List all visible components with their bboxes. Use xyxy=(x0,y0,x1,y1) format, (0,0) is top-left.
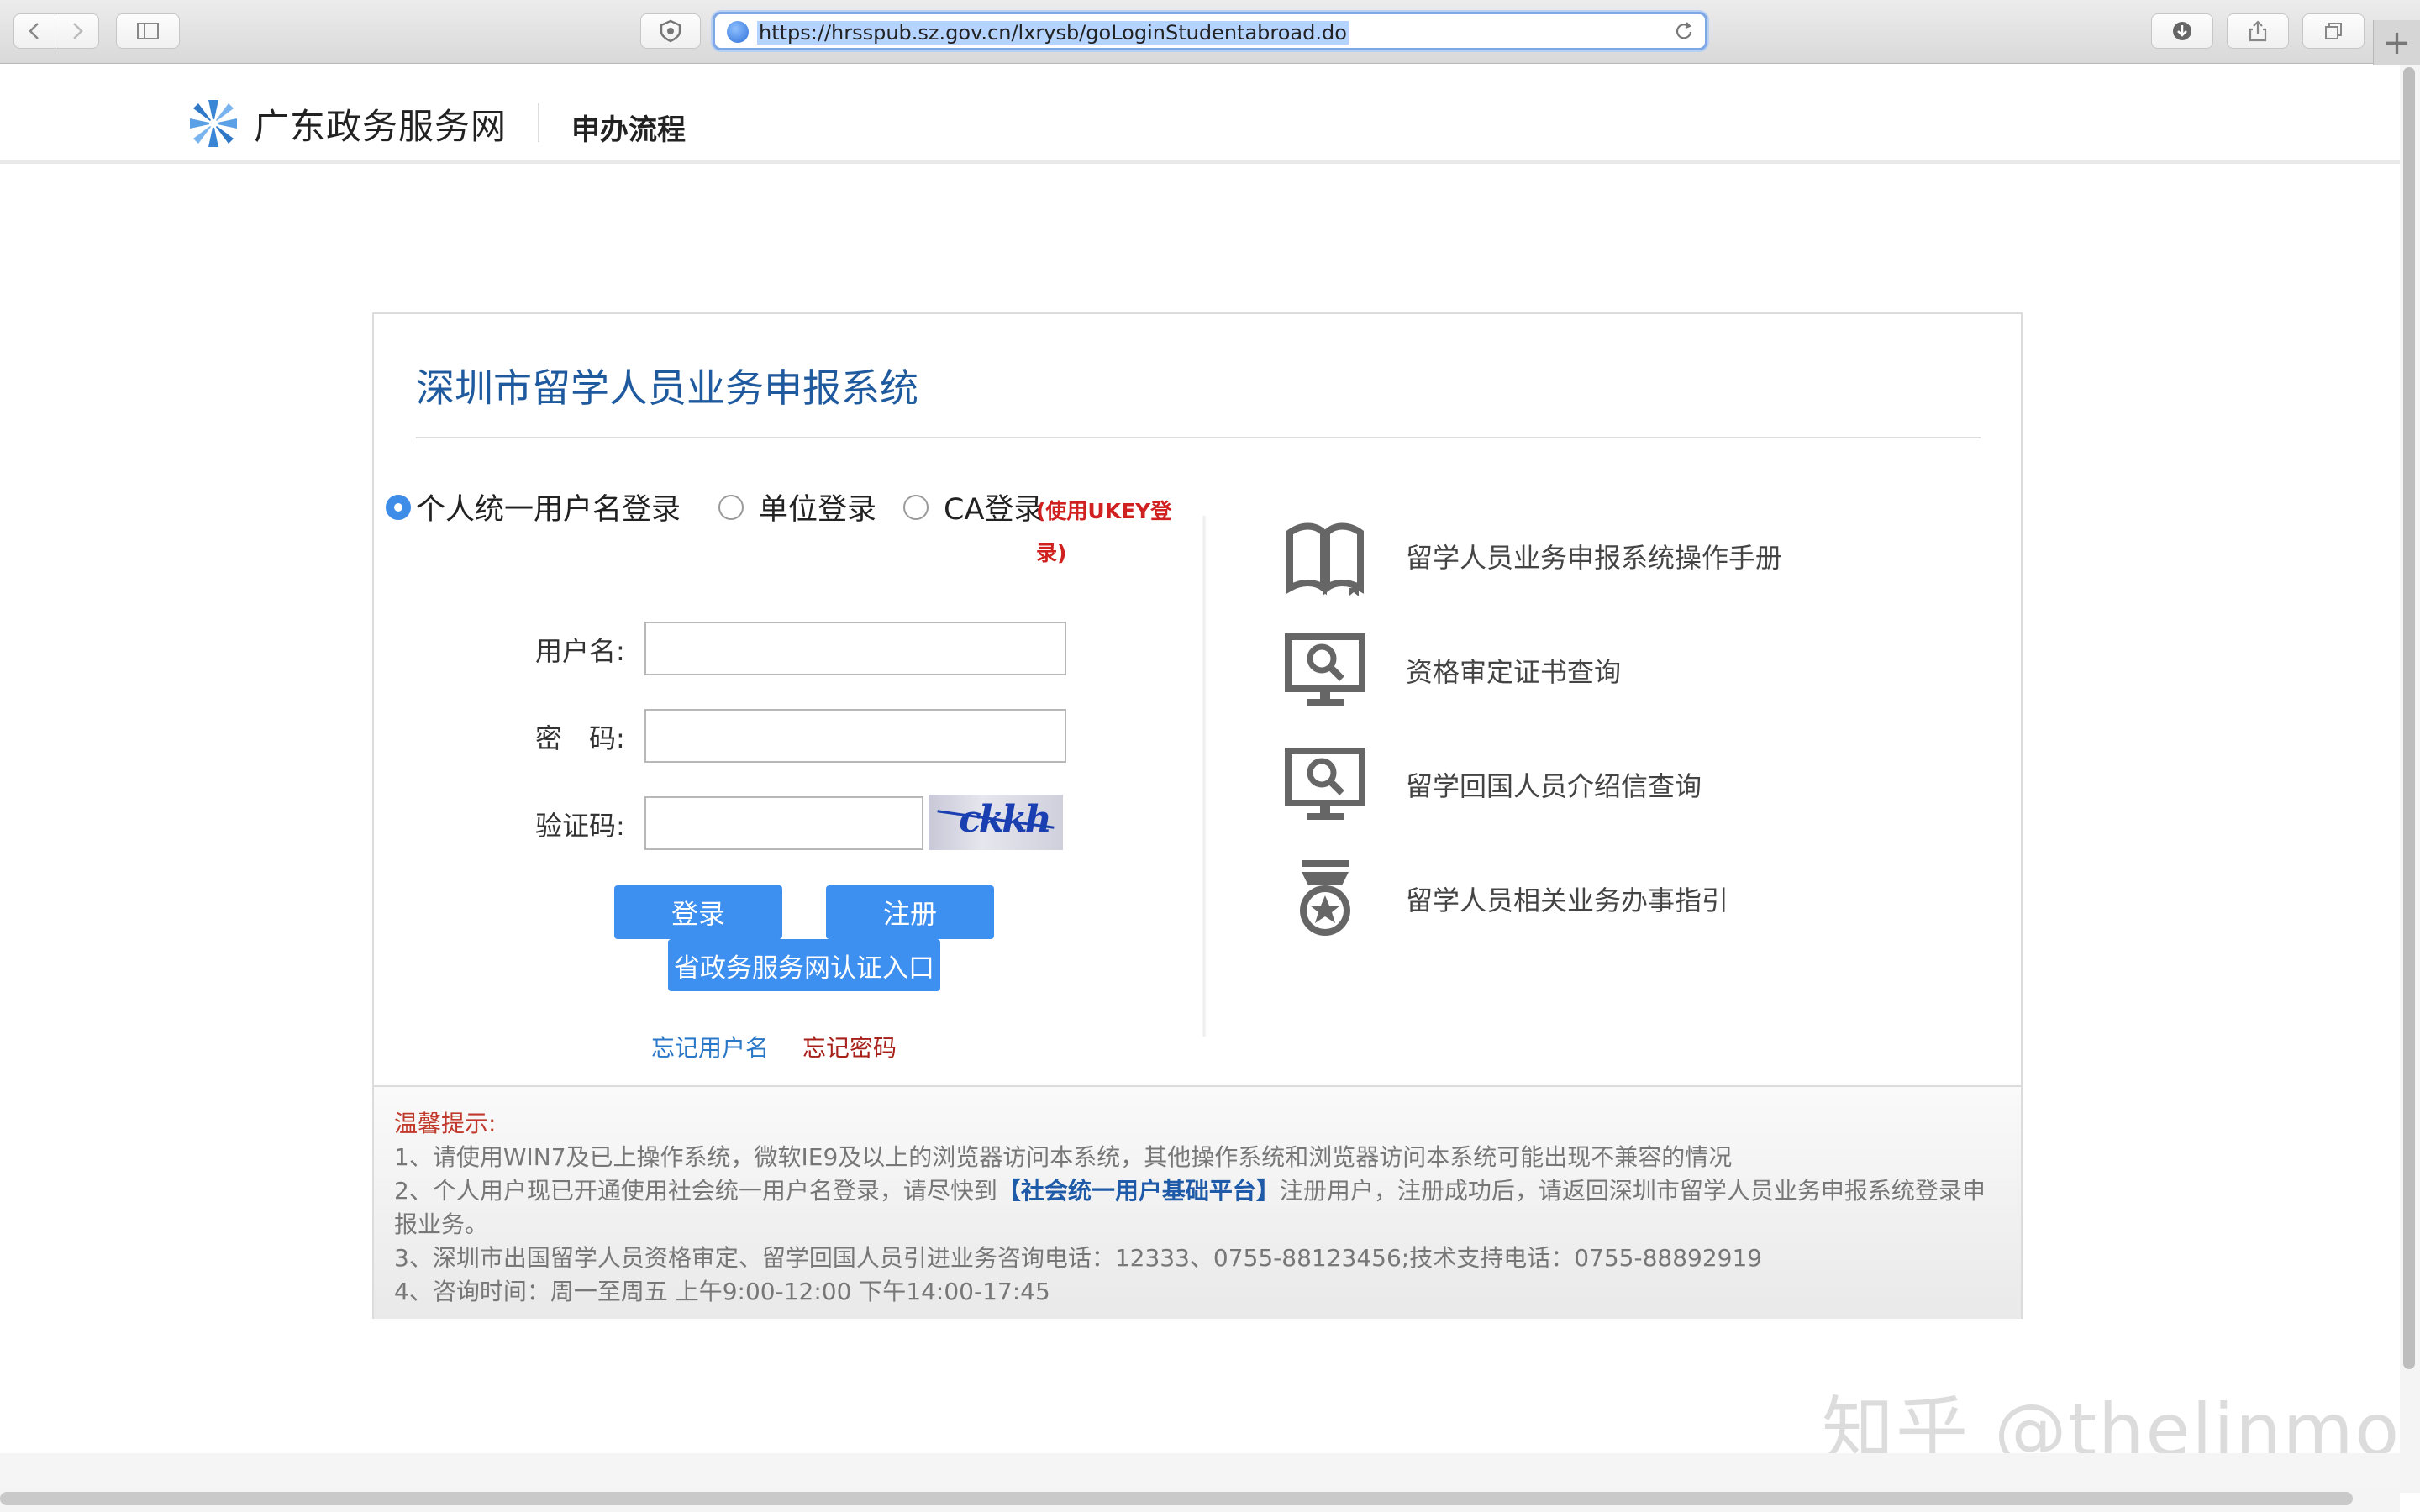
horizontal-scrollbar-thumb[interactable] xyxy=(0,1492,2353,1505)
sidebar-icon xyxy=(137,23,159,39)
tabs-icon xyxy=(2325,23,2342,39)
province-auth-button[interactable]: 省政务服务网认证入口 xyxy=(668,939,940,991)
share-button[interactable] xyxy=(2227,13,2289,49)
login-button[interactable]: 登录 xyxy=(614,885,782,939)
username-label: 用户名: xyxy=(535,635,625,667)
login-mode-ca[interactable]: CA登录 xyxy=(903,486,1043,528)
page-footer-band xyxy=(0,1453,2400,1487)
forward-button[interactable] xyxy=(55,13,99,49)
vertical-scrollbar-thumb[interactable] xyxy=(2403,67,2415,1369)
globe-icon xyxy=(727,21,749,43)
forgot-username-link[interactable]: 忘记用户名 xyxy=(651,1030,769,1063)
service-guide[interactable]: 留学人员相关业务办事指引 xyxy=(1281,855,1728,942)
header-divider xyxy=(538,103,539,142)
login-mode-label: 单位登录 xyxy=(759,493,877,527)
notice-line-2-pre: 2、个人用户现已开通使用社会统一用户名登录，请尽快到 xyxy=(394,1177,997,1205)
password-label: 密 码: xyxy=(535,722,625,754)
nav-process-link[interactable]: 申办流程 xyxy=(571,107,686,148)
chevron-right-icon xyxy=(72,23,83,39)
captcha-label: 验证码: xyxy=(535,810,625,842)
pinwheel-logo-icon[interactable] xyxy=(187,97,240,150)
title-divider xyxy=(416,437,1981,438)
forgot-password-link[interactable]: 忘记密码 xyxy=(802,1030,897,1063)
notice-box: 温馨提示: 1、请使用WIN7及已上操作系统，微软IE9及以上的浏览器访问本系统… xyxy=(374,1085,2021,1319)
browser-toolbar: https://hrsspub.sz.gov.cn/lxrysb/goLogin… xyxy=(0,0,2420,66)
notice-title: 温馨提示: xyxy=(394,1110,497,1137)
radio-icon[interactable] xyxy=(718,494,744,520)
reload-icon[interactable] xyxy=(1671,19,1697,45)
tabs-overview-button[interactable] xyxy=(2302,13,2365,49)
captcha-text: ckkh xyxy=(959,798,1052,841)
new-tab-button[interactable]: + xyxy=(2373,20,2420,66)
captcha-image[interactable]: ckkh xyxy=(929,795,1063,850)
service-label: 资格审定证书查询 xyxy=(1406,656,1622,688)
page-title: 深圳市留学人员业务申报系统 xyxy=(416,365,918,411)
username-input[interactable] xyxy=(644,622,1066,675)
login-mode-personal[interactable]: 个人统一用户名登录 xyxy=(386,486,681,528)
chevron-left-icon xyxy=(29,23,39,39)
privacy-report-button[interactable] xyxy=(640,13,701,49)
back-button[interactable] xyxy=(13,13,55,49)
notice-line-2: 2、个人用户现已开通使用社会统一用户名登录，请尽快到【社会统一用户基础平台】注册… xyxy=(394,1174,2001,1242)
monitor-search-icon xyxy=(1281,627,1369,714)
notice-line-1: 1、请使用WIN7及已上操作系统，微软IE9及以上的浏览器访问本系统，其他操作系… xyxy=(394,1143,1733,1171)
share-icon xyxy=(2249,20,2267,42)
site-logo-text[interactable]: 广东政务服务网 xyxy=(254,98,507,150)
password-input[interactable] xyxy=(644,709,1066,763)
download-icon xyxy=(2173,22,2191,40)
url-text[interactable]: https://hrsspub.sz.gov.cn/lxrysb/goLogin… xyxy=(757,21,1349,45)
address-bar[interactable]: https://hrsspub.sz.gov.cn/lxrysb/goLogin… xyxy=(713,12,1707,50)
unified-platform-link[interactable]: 【社会统一用户基础平台】 xyxy=(997,1177,1280,1205)
shield-icon xyxy=(660,19,681,43)
register-button[interactable]: 注册 xyxy=(826,885,994,939)
notice-line-4: 4、咨询时间：周一至周五 上午9:00-12:00 下午14:00-17:45 xyxy=(394,1278,1050,1305)
sidebar-button[interactable] xyxy=(116,13,180,49)
ukey-note: (使用UKEY登录) xyxy=(1036,499,1172,565)
service-label: 留学人员业务申报系统操作手册 xyxy=(1406,542,1783,574)
service-letter-query[interactable]: 留学回国人员介绍信查询 xyxy=(1281,741,1702,828)
login-mode-company[interactable]: 单位登录 xyxy=(718,486,876,528)
column-divider xyxy=(1202,516,1207,1037)
login-mode-label: 个人统一用户名登录 xyxy=(416,493,681,527)
downloads-button[interactable] xyxy=(2151,13,2213,49)
login-panel: 深圳市留学人员业务申报系统 个人统一用户名登录 单位登录 CA登录 (使用UKE… xyxy=(372,312,2023,1319)
radio-selected-icon[interactable] xyxy=(386,494,411,520)
medal-icon xyxy=(1281,855,1369,942)
monitor-search-icon xyxy=(1281,741,1369,828)
site-header: 广东政务服务网 申办流程 xyxy=(0,65,2400,164)
book-icon xyxy=(1281,512,1369,600)
service-label: 留学回国人员介绍信查询 xyxy=(1406,770,1702,802)
service-manual[interactable]: 留学人员业务申报系统操作手册 xyxy=(1281,512,1782,600)
service-label: 留学人员相关业务办事指引 xyxy=(1406,885,1729,916)
radio-icon[interactable] xyxy=(903,494,929,520)
captcha-input[interactable] xyxy=(644,796,923,850)
login-mode-label: CA登录 xyxy=(944,493,1044,527)
service-certificate-query[interactable]: 资格审定证书查询 xyxy=(1281,627,1621,714)
notice-line-3: 3、深圳市出国留学人员资格审定、留学回国人员引进业务咨询电话：12333、075… xyxy=(394,1244,1763,1272)
